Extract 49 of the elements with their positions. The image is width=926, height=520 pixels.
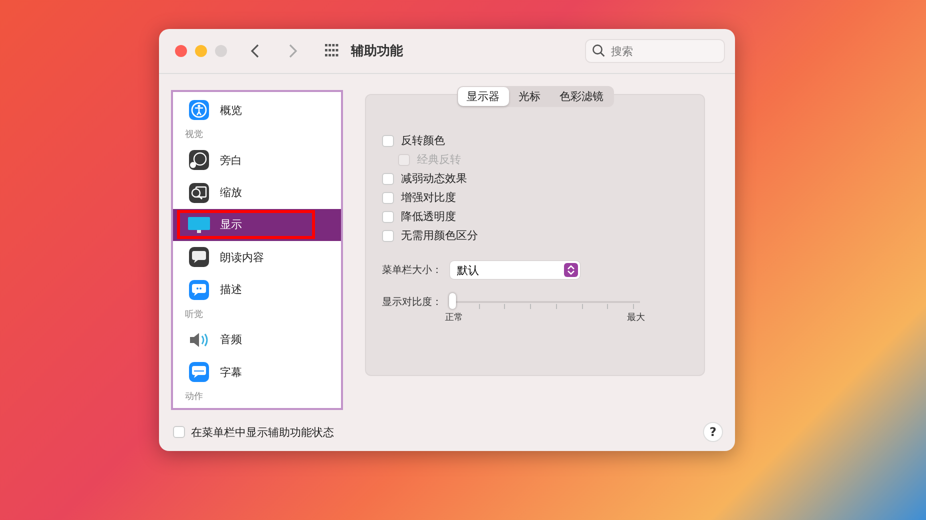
category-icon xyxy=(188,246,210,268)
option-label: 在菜单栏中显示辅助功能状态 xyxy=(191,424,334,440)
section-header: 视觉 xyxy=(184,128,204,142)
field-label: 菜单栏大小： xyxy=(382,264,442,277)
search-field[interactable]: 搜索 xyxy=(585,39,725,63)
option-label: 降低透明度 xyxy=(401,209,456,224)
max-label: 最大 xyxy=(627,312,645,324)
option-label: 无需用颜色区分 xyxy=(401,228,478,243)
sidebar-item[interactable]: 朗读内容 xyxy=(173,241,341,274)
checkbox[interactable] xyxy=(382,172,394,184)
sidebar-item[interactable]: 缩放 xyxy=(173,176,341,209)
search-icon xyxy=(592,44,605,57)
stepper-icon xyxy=(564,263,578,277)
contrast-slider[interactable] xyxy=(450,293,640,311)
checkbox[interactable] xyxy=(382,230,394,242)
window-title: 辅助功能 xyxy=(351,43,404,60)
grid-icon[interactable] xyxy=(325,44,339,58)
section-header: 听觉 xyxy=(184,308,204,322)
category-icon xyxy=(188,149,210,172)
tab[interactable]: 显示器 xyxy=(458,87,508,106)
category-icon xyxy=(188,361,210,384)
section-header: 动作 xyxy=(184,390,204,404)
sidebar-item[interactable]: 音频 xyxy=(173,324,341,356)
category-icon xyxy=(188,278,210,301)
checkbox[interactable] xyxy=(382,210,394,222)
zoom-button[interactable] xyxy=(215,45,227,57)
option-label: 经典反转 xyxy=(417,152,461,167)
sidebar-item[interactable]: 字幕 xyxy=(173,356,341,388)
tab[interactable]: 光标 xyxy=(510,87,550,106)
size-dropdown[interactable]: 默认 xyxy=(450,261,580,279)
field-label: 显示对比度： xyxy=(382,296,442,309)
minimize-button[interactable] xyxy=(195,45,207,57)
sidebar-item[interactable]: 旁白 xyxy=(173,144,341,176)
sidebar-item[interactable]: 概览 xyxy=(173,94,341,126)
min-label: 正常 xyxy=(445,312,463,324)
slider-thumb[interactable] xyxy=(449,293,456,309)
category-icon xyxy=(188,99,210,122)
checkbox[interactable] xyxy=(173,426,185,438)
sidebar-item[interactable]: 显示 xyxy=(173,208,341,242)
help-button[interactable]: ? xyxy=(703,422,723,442)
sidebar-item[interactable]: 描述 xyxy=(173,274,341,306)
option-label: 增强对比度 xyxy=(401,190,456,205)
category-icon xyxy=(188,182,210,204)
checkbox[interactable] xyxy=(382,192,394,204)
checkbox[interactable] xyxy=(382,134,394,146)
close-button[interactable] xyxy=(175,45,187,57)
option-label: 减弱动态效果 xyxy=(401,171,467,186)
tab[interactable]: 色彩滤镜 xyxy=(550,87,612,106)
option-label: 反转颜色 xyxy=(401,133,445,148)
